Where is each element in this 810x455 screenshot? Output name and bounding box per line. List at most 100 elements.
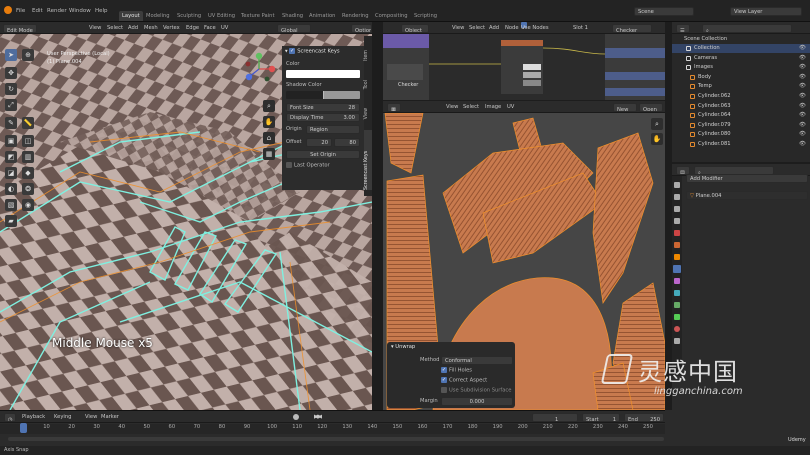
tool-edge-slide[interactable]: ▧ <box>5 199 17 211</box>
tab-animation[interactable]: Animation <box>306 11 338 21</box>
viewport-menu-add[interactable]: Add <box>128 22 138 34</box>
options-dropdown[interactable]: Options <box>351 23 372 33</box>
uv-menu-image[interactable]: Image <box>485 101 501 113</box>
particles-tab-icon[interactable] <box>674 278 680 284</box>
outliner-item[interactable]: Cylinder.081 👁 <box>672 140 810 149</box>
tool-move[interactable]: ✥ <box>5 67 17 79</box>
slot-selector[interactable]: Slot 1 <box>573 22 588 34</box>
tool-rip[interactable]: ▰ <box>5 215 17 227</box>
playhead[interactable] <box>20 423 27 433</box>
scene-selector[interactable]: Scene <box>634 7 694 16</box>
tab-view[interactable]: View <box>364 108 372 119</box>
font-size-field[interactable]: Font Size 28 <box>286 103 360 112</box>
node-menu-node[interactable]: Node <box>505 22 519 34</box>
tab-modeling[interactable]: Modeling <box>143 11 173 21</box>
outliner-scene-collection[interactable]: Scene Collection <box>672 35 810 44</box>
outliner-item[interactable]: Collection 👁 <box>672 44 810 53</box>
eye-icon[interactable]: 👁 <box>799 73 806 82</box>
tool-bevel[interactable]: ◩ <box>5 151 17 163</box>
tool-annotate[interactable]: ✎ <box>5 117 17 129</box>
outliner-item[interactable]: Temp 👁 <box>672 82 810 91</box>
tab-item[interactable]: Item <box>364 50 372 61</box>
tab-layout[interactable]: Layout <box>119 11 143 21</box>
tool-inset[interactable]: ◫ <box>22 135 34 147</box>
uv-menu-view[interactable]: View <box>446 101 458 113</box>
data-tab-icon[interactable] <box>674 314 680 320</box>
viewport-menu-uv[interactable]: UV <box>221 22 228 34</box>
perspective-toggle[interactable]: ▦ <box>263 148 275 160</box>
method-dropdown[interactable]: Conformal <box>441 356 513 365</box>
eye-icon[interactable]: 👁 <box>799 130 806 139</box>
set-origin-button[interactable]: Set Origin <box>286 150 360 159</box>
timeline-menu-marker[interactable]: Marker <box>101 411 119 423</box>
uv-editor-type-selector[interactable]: ▦ <box>387 102 401 112</box>
object-tab-icon[interactable] <box>674 254 680 260</box>
eye-icon[interactable]: 👁 <box>799 92 806 101</box>
tab-scripting[interactable]: Scripting <box>411 11 440 21</box>
timeline-menu-view[interactable]: View <box>85 411 97 423</box>
timeline-ruler[interactable]: 1102030405060708090100110120130140150160… <box>0 424 665 434</box>
orientation-selector[interactable]: Global <box>277 23 311 33</box>
viewport-menu-edge[interactable]: Edge <box>186 22 199 34</box>
timeline-menu-playback[interactable]: Playback <box>22 411 45 423</box>
fill-holes-row[interactable]: ✓ Fill Holes <box>441 367 472 374</box>
tool-rotate[interactable]: ↻ <box>5 83 17 95</box>
tab-tool[interactable]: Tool <box>364 80 372 89</box>
timeline-scrollbar[interactable] <box>8 437 664 441</box>
texture-tab-icon[interactable] <box>674 338 680 344</box>
eye-icon[interactable]: 👁 <box>799 121 806 130</box>
tool-loop-cut[interactable]: ▥ <box>22 151 34 163</box>
wrench-icon[interactable] <box>673 265 681 273</box>
uv-pan-button[interactable]: ✋ <box>651 133 663 145</box>
uv-menu-uv[interactable]: UV <box>507 101 514 113</box>
tool-scale[interactable]: ⤢ <box>5 99 17 111</box>
eye-icon[interactable]: 👁 <box>799 54 806 63</box>
eye-icon[interactable]: 👁 <box>799 140 806 149</box>
timeline-menu-keying[interactable]: Keying <box>54 411 71 423</box>
tool-shrink[interactable]: ◉ <box>22 199 34 211</box>
open-image-button[interactable]: Open <box>639 102 663 112</box>
record-button[interactable] <box>293 414 299 420</box>
editor-type-selector[interactable]: Object <box>401 23 429 33</box>
tool-measure[interactable]: 📏 <box>22 117 34 129</box>
add-modifier-dropdown[interactable]: Add Modifier <box>686 174 808 183</box>
outliner-item[interactable]: Cameras 👁 <box>672 54 810 63</box>
pan-button[interactable]: ✋ <box>263 116 275 128</box>
material-selector[interactable]: Checker <box>612 23 652 33</box>
menu-file[interactable]: File <box>16 0 25 22</box>
menu-render[interactable]: Render <box>47 0 67 22</box>
outliner-item[interactable]: Cylinder.063 👁 <box>672 102 810 111</box>
render-tab-icon[interactable] <box>674 194 680 200</box>
eye-icon[interactable]: 👁 <box>799 44 806 53</box>
tab-uv-editing[interactable]: UV Editing <box>205 11 238 21</box>
outliner-item[interactable]: Cylinder.080 👁 <box>672 130 810 139</box>
node-menu-add[interactable]: Add <box>489 22 499 34</box>
fill-holes-checkbox[interactable]: ✓ <box>441 367 447 373</box>
tab-screencast-keys[interactable]: Screencast Keys <box>364 130 372 190</box>
view-layer-selector[interactable]: View Layer <box>730 7 802 16</box>
timeline-type-selector[interactable]: ◷ <box>4 412 16 422</box>
new-image-button[interactable]: New <box>613 102 637 112</box>
offset-x-field[interactable]: 20 <box>306 138 332 147</box>
viewport-menu-select[interactable]: Select <box>107 22 123 34</box>
tool-cursor[interactable]: ⊕ <box>22 49 34 61</box>
screencast-enable-checkbox[interactable]: ✓ <box>289 48 296 54</box>
correct-aspect-row[interactable]: ✓ Correct Aspect <box>441 377 487 384</box>
blender-logo-icon[interactable] <box>4 6 12 14</box>
viewport-menu-mesh[interactable]: Mesh <box>144 22 158 34</box>
tool-select-box[interactable]: ➤ <box>5 49 17 61</box>
last-operator-row[interactable]: Last Operator <box>286 162 330 169</box>
origin-dropdown[interactable]: Region <box>306 125 360 134</box>
subsurf-row[interactable]: Use Subdivision Surface <box>441 387 511 394</box>
last-operator-checkbox[interactable] <box>286 162 292 168</box>
tool-poly-build[interactable]: ◆ <box>22 167 34 179</box>
outliner-type-selector[interactable]: ☰ <box>676 23 690 33</box>
scene-tab-icon[interactable] <box>674 230 680 236</box>
outliner-item[interactable]: Body 👁 <box>672 73 810 82</box>
eye-icon[interactable]: 👁 <box>799 63 806 72</box>
viewport-menu-face[interactable]: Face <box>204 22 216 34</box>
menu-window[interactable]: Window <box>69 0 91 22</box>
output-tab-icon[interactable] <box>674 206 680 212</box>
tab-sculpting[interactable]: Sculpting <box>174 11 204 21</box>
viewport-menu-vertex[interactable]: Vertex <box>163 22 180 34</box>
